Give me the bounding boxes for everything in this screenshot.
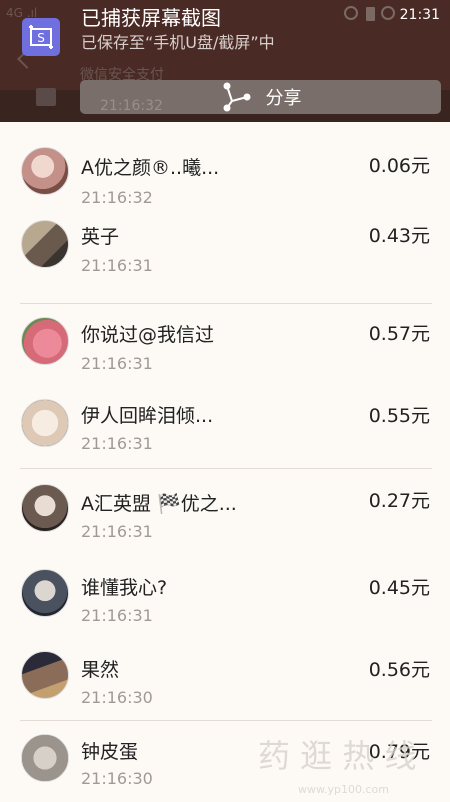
share-icon: [223, 82, 250, 112]
item-name: A优之颜®..曦...: [81, 157, 220, 179]
item-time: 21:16:31: [81, 434, 153, 453]
status-time: 21:31: [399, 7, 440, 23]
item-name: 钟皮蛋: [81, 741, 139, 763]
item-name: 果然: [81, 659, 120, 681]
svg-text:S: S: [37, 31, 45, 45]
status-bar: 4G .ıl 21:31: [0, 0, 450, 28]
screenshot-icon: S: [22, 18, 60, 56]
avatar: [21, 484, 69, 532]
list-item[interactable]: 谁懂我心? 21:16:31 0.45元: [0, 556, 450, 639]
battery-icon: [366, 7, 375, 21]
list-item[interactable]: A汇英盟 🏁优之... 21:16:31 0.27元: [0, 469, 450, 556]
item-time: 21:16:31: [81, 256, 153, 275]
item-name: 英子: [81, 226, 120, 248]
item-name: 谁懂我心?: [81, 577, 168, 599]
item-amount: 0.43元: [368, 225, 430, 247]
item-amount: 0.55元: [368, 405, 430, 427]
item-amount: 0.57元: [368, 323, 430, 345]
item-amount: 0.79元: [368, 741, 430, 763]
avatar: [21, 651, 69, 699]
item-time: 21:16:30: [81, 688, 153, 707]
background-time: 21:16:32: [100, 98, 163, 114]
item-amount: 0.45元: [368, 577, 430, 599]
notification-shade: 4G .ıl 21:31 微信安全支付 S 已捕获屏幕截图 已保存至“手机U盘/…: [0, 0, 450, 122]
item-amount: 0.27元: [368, 490, 430, 512]
item-name: A汇英盟 🏁优之...: [81, 493, 237, 515]
avatar: [21, 317, 69, 365]
item-amount: 0.56元: [368, 659, 430, 681]
item-name: 你说过@我信过: [81, 324, 215, 346]
background-thumbnail: [36, 88, 56, 106]
avatar: [21, 569, 69, 617]
list-item[interactable]: 伊人回眸泪倾... 21:16:31 0.55元: [0, 386, 450, 469]
item-time: 21:16:30: [81, 769, 153, 788]
share-label: 分享: [265, 88, 302, 109]
list-item[interactable]: 果然 21:16:30 0.56元: [0, 639, 450, 721]
payment-list: A优之颜®..曦... 21:16:32 0.06元 英子 21:16:31 0…: [0, 122, 450, 800]
alarm-icon: [344, 6, 358, 20]
item-time: 21:16:31: [81, 354, 153, 373]
avatar: [21, 220, 69, 268]
item-amount: 0.06元: [368, 155, 430, 177]
list-item[interactable]: 你说过@我信过 21:16:31 0.57元: [0, 304, 450, 386]
avatar: [21, 147, 69, 195]
avatar: [21, 734, 69, 782]
item-time: 21:16:31: [81, 606, 153, 625]
notification-title: 已捕获屏幕截图: [81, 6, 221, 30]
item-time: 21:16:32: [81, 188, 153, 207]
list-item[interactable]: A优之颜®..曦... 21:16:32 0.06元: [0, 122, 450, 208]
item-time: 21:16:31: [81, 522, 153, 541]
list-item[interactable]: 钟皮蛋 21:16:30 0.79元: [0, 721, 450, 802]
notification-subtitle: 已保存至“手机U盘/截屏”中: [81, 33, 275, 52]
avatar: [21, 399, 69, 447]
item-name: 伊人回眸泪倾...: [81, 405, 214, 427]
share-button[interactable]: 21:16:32 分享: [80, 80, 441, 114]
wifi-icon: [381, 6, 395, 20]
list-item[interactable]: 英子 21:16:31 0.43元: [0, 208, 450, 304]
